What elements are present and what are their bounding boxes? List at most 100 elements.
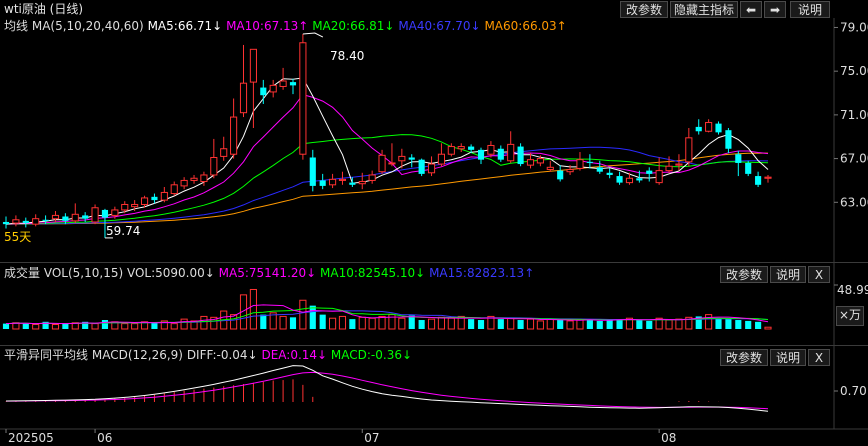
candle-body bbox=[427, 163, 436, 174]
volume-bar bbox=[398, 317, 406, 330]
volume-bar bbox=[91, 323, 99, 330]
volume-bar bbox=[557, 320, 564, 329]
volume-bar bbox=[427, 318, 436, 330]
volume-bar bbox=[596, 320, 603, 329]
candle-body bbox=[675, 163, 683, 166]
x-tick-label: 06 bbox=[97, 431, 112, 445]
volume-bar bbox=[22, 323, 29, 329]
candle-body bbox=[299, 42, 307, 155]
candle-body bbox=[338, 178, 347, 181]
volume-bar bbox=[32, 324, 40, 330]
volume-bar bbox=[735, 320, 742, 329]
candle-body bbox=[665, 165, 673, 172]
volume-bar bbox=[665, 319, 673, 330]
candle-body bbox=[596, 167, 603, 172]
candle-body bbox=[477, 149, 485, 160]
volume-ma-line bbox=[5, 307, 769, 325]
y-tick-label: 67.00 bbox=[840, 152, 868, 166]
volume-bar bbox=[289, 317, 297, 329]
volume-bar bbox=[121, 323, 129, 330]
volume-bar bbox=[151, 322, 158, 329]
volume-bar bbox=[319, 314, 326, 329]
volume-bar bbox=[526, 318, 535, 330]
candle-body bbox=[735, 154, 742, 163]
candle-body bbox=[764, 176, 772, 179]
ma20-line bbox=[5, 134, 769, 225]
candle-body bbox=[230, 116, 238, 155]
volume-bar bbox=[576, 319, 584, 330]
candle-body bbox=[715, 123, 722, 133]
y-tick-label: 79.00 bbox=[840, 20, 868, 34]
macd-scale-label: 0.70 bbox=[840, 384, 867, 398]
diff-line bbox=[5, 365, 769, 412]
vol-scale-label: 48.99 bbox=[837, 283, 868, 297]
candle-body bbox=[111, 209, 119, 216]
volume-bar bbox=[358, 316, 366, 330]
volume-bar bbox=[745, 320, 752, 329]
candle-body bbox=[557, 170, 564, 180]
candle-body bbox=[131, 203, 139, 208]
volume-bar bbox=[497, 319, 504, 329]
volume-bar bbox=[299, 299, 307, 330]
candle-body bbox=[497, 148, 504, 160]
candle-body bbox=[636, 178, 643, 181]
candle-body bbox=[655, 170, 663, 184]
y-tick-label: 63.00 bbox=[840, 195, 868, 209]
candle-body bbox=[646, 170, 653, 174]
candle-body bbox=[418, 159, 425, 174]
candle-body bbox=[51, 214, 60, 220]
candle-body bbox=[349, 182, 356, 185]
volume-bar bbox=[546, 318, 554, 330]
candle-body bbox=[546, 166, 554, 171]
candle-body bbox=[71, 213, 79, 222]
volume-bar bbox=[2, 323, 10, 329]
ma60-line bbox=[6, 152, 769, 225]
candle-body bbox=[487, 144, 495, 155]
volume-bar bbox=[418, 320, 425, 329]
candle-body bbox=[408, 157, 415, 160]
candle-body bbox=[121, 203, 129, 211]
volume-bar bbox=[249, 288, 257, 330]
volume-bar bbox=[586, 319, 593, 329]
candle-body bbox=[695, 126, 702, 132]
volume-bar bbox=[507, 317, 515, 330]
candle-body bbox=[586, 161, 593, 163]
candle-body bbox=[517, 146, 524, 165]
candle-body bbox=[378, 154, 386, 173]
volume-bar bbox=[755, 321, 762, 329]
volume-bar bbox=[51, 324, 60, 330]
candle-body bbox=[279, 80, 287, 87]
candle-body bbox=[616, 176, 623, 183]
candle-body bbox=[725, 130, 732, 149]
volume-bar bbox=[705, 314, 713, 330]
candle-body bbox=[625, 177, 634, 184]
candle-body bbox=[210, 156, 218, 176]
volume-bar bbox=[616, 319, 623, 329]
candle-body bbox=[437, 153, 445, 165]
candle-body bbox=[606, 172, 613, 175]
candle-body bbox=[566, 169, 574, 173]
candle-body bbox=[329, 178, 337, 186]
candle-body bbox=[2, 221, 10, 225]
candle-body bbox=[705, 122, 713, 132]
volume-bar bbox=[309, 305, 316, 329]
candle-body bbox=[170, 184, 178, 195]
candle-body bbox=[358, 181, 366, 185]
volume-bar bbox=[170, 323, 178, 330]
y-tick-label: 71.00 bbox=[840, 108, 868, 122]
volume-bar bbox=[517, 320, 524, 329]
x-tick-label: 07 bbox=[364, 431, 379, 445]
volume-bar bbox=[468, 319, 475, 329]
candle-body bbox=[91, 207, 99, 223]
volume-bar bbox=[131, 323, 139, 330]
candle-body bbox=[180, 179, 188, 187]
volume-bar bbox=[566, 320, 574, 330]
volume-bar bbox=[279, 315, 287, 330]
candle-body bbox=[269, 84, 277, 93]
candle-body bbox=[576, 159, 584, 169]
candle-body bbox=[140, 197, 149, 205]
volume-bar bbox=[715, 318, 722, 329]
volume-bar bbox=[536, 320, 544, 330]
candle-body bbox=[398, 155, 406, 162]
volume-bar bbox=[636, 320, 643, 329]
